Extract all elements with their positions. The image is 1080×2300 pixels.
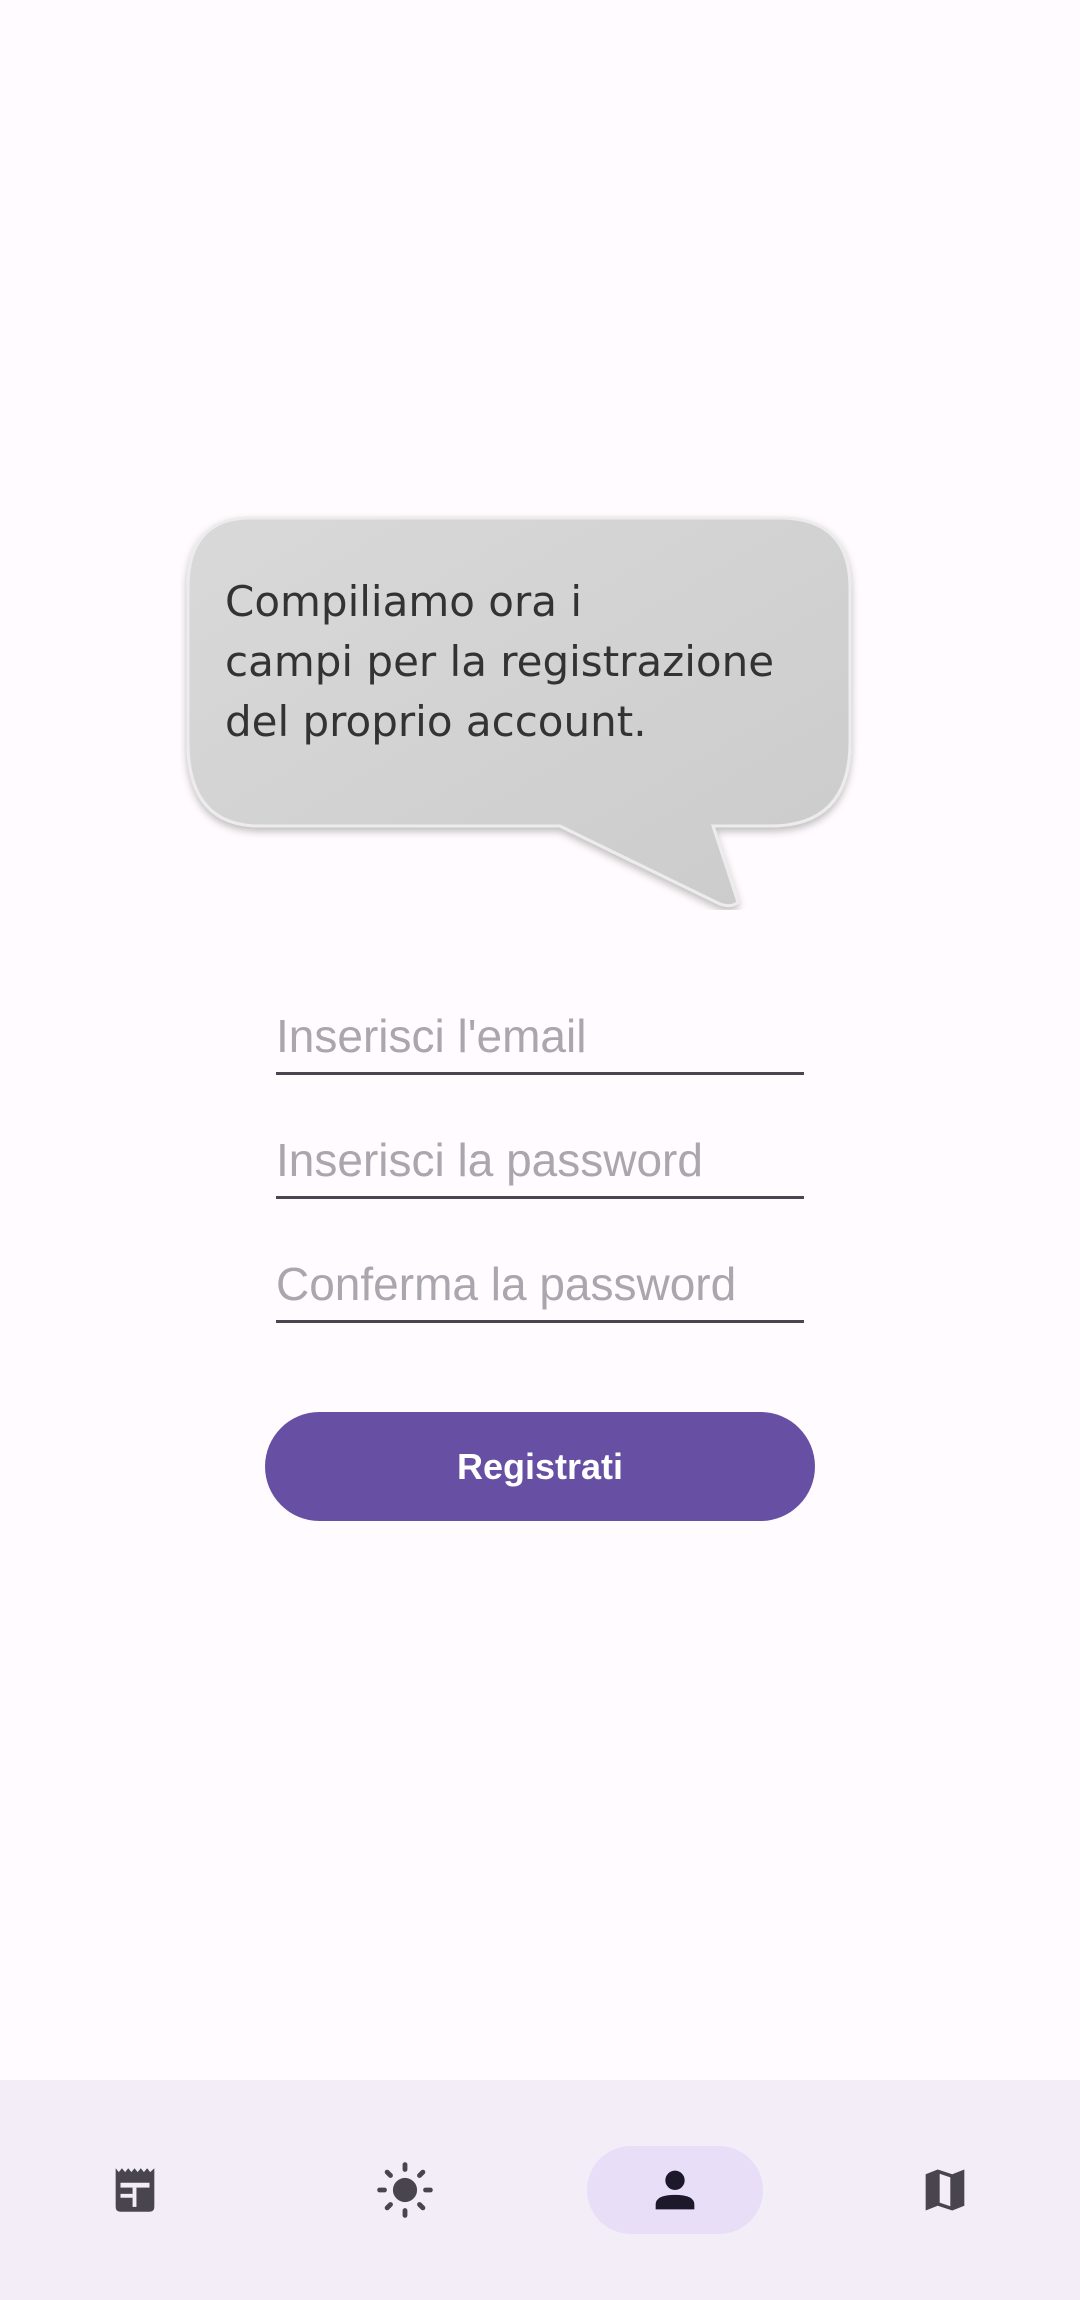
nav-item-weather[interactable] <box>317 2146 493 2234</box>
nav-item-profile[interactable] <box>587 2146 763 2234</box>
email-field[interactable] <box>276 1006 804 1075</box>
confirm-password-field[interactable] <box>276 1254 804 1323</box>
newspaper-icon <box>115 2168 155 2212</box>
sun-icon <box>377 2162 433 2218</box>
nav-item-map[interactable] <box>857 2146 1033 2234</box>
password-field[interactable] <box>276 1130 804 1199</box>
map-icon <box>925 2169 965 2211</box>
bubble-message: Compiliamo ora i campi per la registrazi… <box>225 577 775 746</box>
person-icon <box>655 2170 695 2210</box>
bottom-navigation-bar <box>0 2080 1080 2300</box>
register-button[interactable]: Registrati <box>265 1412 815 1521</box>
nav-item-news[interactable] <box>47 2146 223 2234</box>
speech-bubble: Compiliamo ora i campi per la registrazi… <box>180 510 860 910</box>
